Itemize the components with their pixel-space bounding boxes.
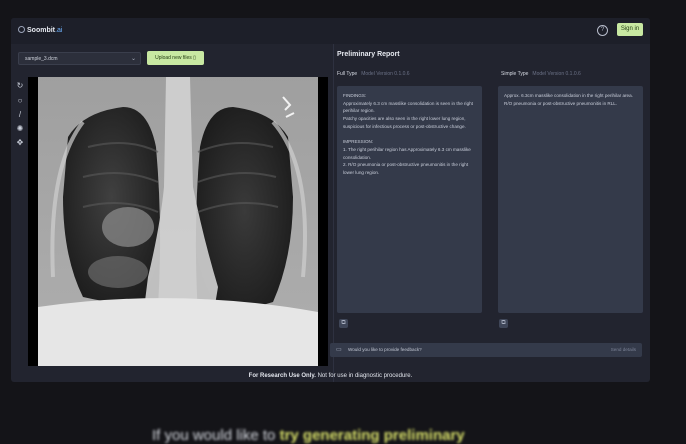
full-type-report-text: FINDINGS: Approximately 6.3 cm masslike … xyxy=(343,93,473,176)
logo[interactable]: Soombit.ai xyxy=(18,26,62,34)
file-upload-icon: ▯ xyxy=(193,55,196,61)
disclaimer-bold: For Research Use Only. xyxy=(248,373,316,379)
copy-simple-report-icon[interactable]: ⧉ xyxy=(499,319,508,328)
file-select[interactable]: sample_3.dcm ⌄ xyxy=(18,52,141,65)
copy-full-report-icon[interactable]: ⧉ xyxy=(339,319,348,328)
full-type-header: Full Type Model Version 0.1.0.6 xyxy=(337,71,410,77)
file-select-value: sample_3.dcm xyxy=(25,56,58,62)
simple-type-header: Simple Type Model Version 0.1.0.6 xyxy=(501,71,581,77)
simple-type-version: Model Version 0.1.0.6 xyxy=(532,71,581,77)
full-type-report-box[interactable]: FINDINGS: Approximately 6.3 cm masslike … xyxy=(337,86,482,313)
caption-highlight[interactable]: try generating preliminary xyxy=(280,427,465,444)
app-window: Soombit.ai ? Sign in sample_3.dcm ⌄ Uplo… xyxy=(11,18,650,382)
zoom-icon[interactable]: ○ xyxy=(15,96,25,106)
logo-suffix: .ai xyxy=(55,27,63,34)
logo-mark-icon xyxy=(18,26,25,33)
pen-icon[interactable]: / xyxy=(15,110,25,120)
report-title: Preliminary Report xyxy=(337,51,400,58)
feedback-prompt: Would you like to provide feedback? xyxy=(348,347,422,352)
simple-type-report-text: Approx. 6.3cm masslike consolidation in … xyxy=(504,93,633,106)
reset-icon[interactable]: ↻ xyxy=(15,81,25,91)
feedback-bar[interactable]: ▭ Would you like to provide feedback? Se… xyxy=(330,343,642,357)
caption-text: If you would like to xyxy=(152,427,280,444)
full-type-version: Model Version 0.1.0.6 xyxy=(361,71,410,77)
upload-files-label: Upload new files xyxy=(155,55,192,61)
upload-files-button[interactable]: Upload new files ▯ xyxy=(147,51,204,65)
simple-type-label: Simple Type xyxy=(501,71,529,77)
top-bar: Soombit.ai ? Sign in xyxy=(11,18,650,44)
feedback-send-link[interactable]: Send details xyxy=(611,347,636,352)
simple-type-report-box[interactable]: Approx. 6.3cm masslike consolidation in … xyxy=(498,86,643,313)
comment-icon: ▭ xyxy=(336,347,342,353)
contrast-icon[interactable]: ✺ xyxy=(15,124,25,134)
move-icon[interactable]: ✥ xyxy=(15,138,25,148)
sign-in-button[interactable]: Sign in xyxy=(617,23,643,36)
research-disclaimer: For Research Use Only. Not for use in di… xyxy=(11,373,650,379)
chest-xray-image xyxy=(38,77,318,366)
disclaimer-rest: Not for use in diagnostic procedure. xyxy=(315,373,413,379)
logo-text: Soombit xyxy=(27,27,55,34)
full-type-label: Full Type xyxy=(337,71,358,77)
chevron-down-icon: ⌄ xyxy=(130,56,136,62)
bottom-caption: If you would like to try generating prel… xyxy=(152,427,465,444)
xray-viewer[interactable] xyxy=(28,77,328,366)
help-icon[interactable]: ? xyxy=(597,25,608,36)
panel-divider xyxy=(333,44,334,382)
